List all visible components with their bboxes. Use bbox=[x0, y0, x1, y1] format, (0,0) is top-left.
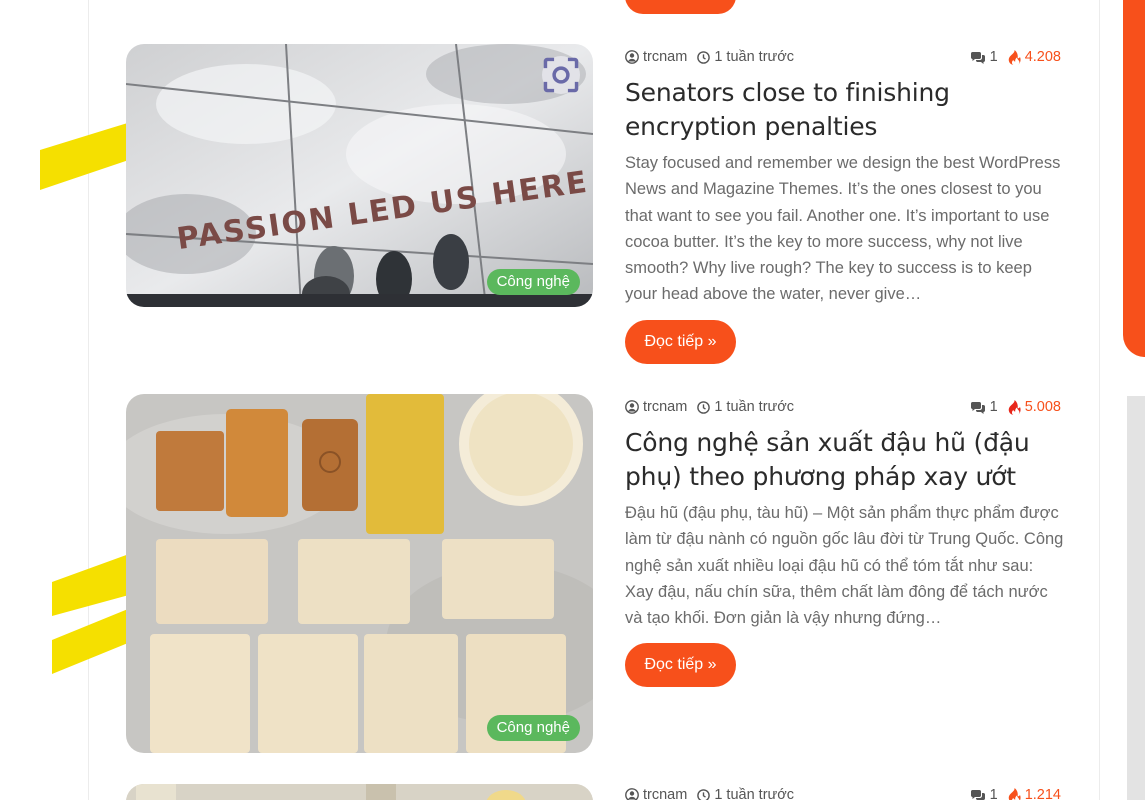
post-meta: trcnam 1 tuần trước 1 5.008 bbox=[625, 397, 1061, 417]
views-count: 5.008 bbox=[1008, 399, 1061, 415]
user-icon bbox=[625, 400, 639, 414]
previous-read-more-button[interactable] bbox=[625, 0, 736, 14]
author-name: trcnam bbox=[643, 49, 688, 65]
category-badge[interactable]: Công nghệ bbox=[486, 715, 580, 741]
comments-count[interactable]: 1 bbox=[970, 399, 998, 415]
comments-count[interactable]: 1 bbox=[970, 49, 998, 65]
category-badge[interactable]: Công nghệ bbox=[486, 269, 580, 295]
post-title[interactable]: Senators close to finishing encryption p… bbox=[625, 76, 1065, 144]
clock-icon bbox=[697, 400, 711, 414]
post-thumbnail[interactable]: PASSION LED US HERE Công nghệ bbox=[126, 44, 593, 307]
author[interactable]: trcnam bbox=[625, 399, 687, 415]
zoom-lens-icon bbox=[543, 57, 579, 93]
zoom-button[interactable] bbox=[542, 56, 580, 94]
views-number: 5.008 bbox=[1024, 399, 1061, 415]
clock-icon bbox=[697, 50, 711, 64]
read-more-button[interactable]: Đọc tiếp » bbox=[625, 643, 736, 687]
post-meta: trcnam 1 tuần trước 1 1.214 bbox=[625, 785, 1061, 800]
sidebar-gray-panel bbox=[1127, 396, 1145, 800]
views-count: 1.214 bbox=[1008, 787, 1061, 800]
sidebar-orange-panel bbox=[1123, 0, 1145, 357]
post-excerpt: Đậu hũ (đậu phụ, tàu hũ) – Một sản phẩm … bbox=[625, 504, 1064, 628]
comments-icon bbox=[970, 789, 985, 800]
fire-icon bbox=[1008, 399, 1021, 415]
read-more-button[interactable]: Đọc tiếp » bbox=[625, 320, 736, 364]
comments-number: 1 bbox=[989, 399, 998, 415]
time-text: 1 tuần trước bbox=[714, 49, 794, 65]
views-number: 1.214 bbox=[1024, 787, 1061, 800]
fire-icon bbox=[1008, 49, 1021, 65]
author-name: trcnam bbox=[643, 399, 688, 415]
user-icon bbox=[625, 788, 639, 800]
post-time: 1 tuần trước bbox=[697, 49, 794, 65]
tofu-photo bbox=[126, 394, 593, 753]
post-meta: trcnam 1 tuần trước 1 4.208 bbox=[625, 47, 1061, 67]
comments-count[interactable]: 1 bbox=[970, 787, 998, 800]
time-text: 1 tuần trước bbox=[714, 399, 794, 415]
author-name: trcnam bbox=[643, 787, 688, 800]
user-icon bbox=[625, 50, 639, 64]
comments-icon bbox=[970, 401, 985, 414]
author[interactable]: trcnam bbox=[625, 49, 687, 65]
post-thumbnail[interactable]: Công nghệ bbox=[126, 394, 593, 753]
comments-number: 1 bbox=[989, 49, 998, 65]
comments-number: 1 bbox=[989, 787, 998, 800]
post-photo bbox=[126, 784, 593, 800]
passion-photo: PASSION LED US HERE bbox=[126, 44, 593, 307]
time-text: 1 tuần trước bbox=[714, 787, 794, 800]
fire-icon bbox=[1008, 787, 1021, 800]
views-count: 4.208 bbox=[1008, 49, 1061, 65]
comments-icon bbox=[970, 51, 985, 64]
post-title[interactable]: Công nghệ sản xuất đậu hũ (đậu phụ) theo… bbox=[625, 426, 1065, 494]
post-time: 1 tuần trước bbox=[697, 787, 794, 800]
author[interactable]: trcnam bbox=[625, 787, 687, 800]
post-excerpt: Stay focused and remember we design the … bbox=[625, 154, 1061, 304]
post-time: 1 tuần trước bbox=[697, 399, 794, 415]
views-number: 4.208 bbox=[1024, 49, 1061, 65]
post-thumbnail[interactable] bbox=[126, 784, 593, 800]
clock-icon bbox=[697, 788, 711, 800]
